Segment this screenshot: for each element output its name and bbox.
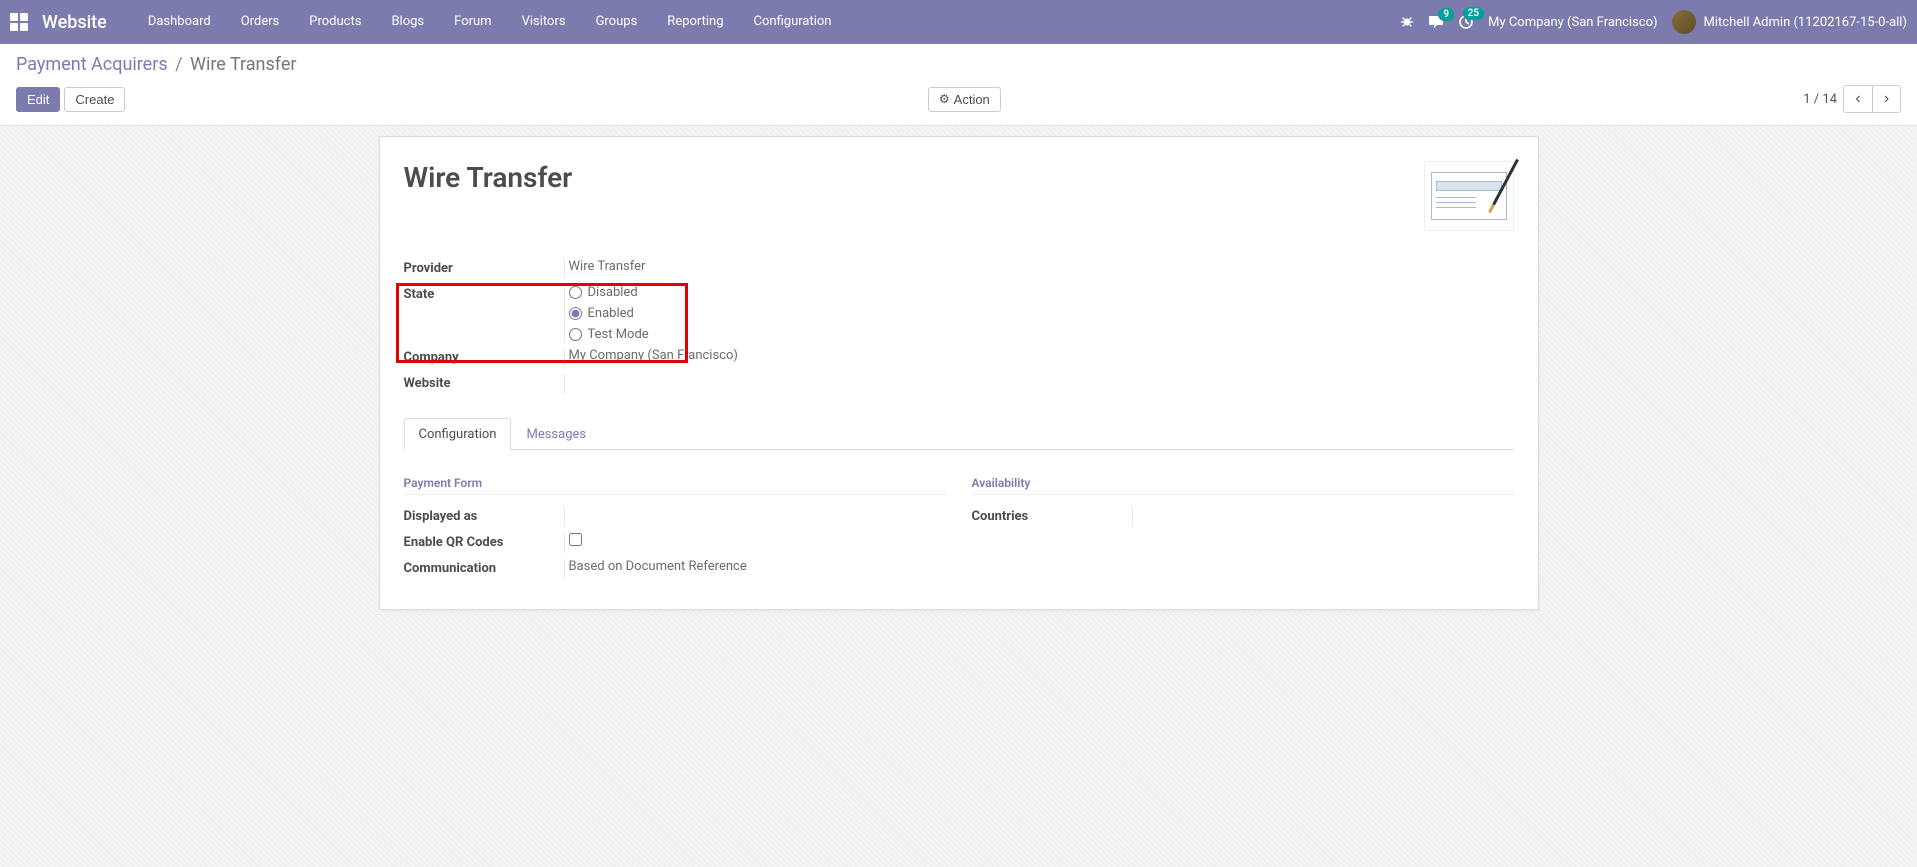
apps-icon[interactable]: [10, 13, 28, 31]
value-company: My Company (San Francisco): [564, 348, 959, 368]
menu-configuration[interactable]: Configuration: [739, 0, 847, 44]
checkbox-enable-qr[interactable]: [569, 533, 582, 546]
breadcrumb-current: Wire Transfer: [190, 54, 296, 75]
menu-visitors[interactable]: Visitors: [507, 0, 581, 44]
label-communication: Communication: [404, 559, 564, 579]
value-displayed-as: [564, 507, 946, 527]
value-provider: Wire Transfer: [564, 259, 959, 279]
value-countries: [1132, 507, 1514, 527]
tab-configuration[interactable]: Configuration: [404, 418, 512, 450]
activities-icon[interactable]: 25: [1458, 14, 1474, 30]
state-test[interactable]: Test Mode: [569, 327, 959, 342]
menu-orders[interactable]: Orders: [226, 0, 295, 44]
breadcrumb-parent[interactable]: Payment Acquirers: [16, 54, 168, 75]
state-disabled[interactable]: Disabled: [569, 285, 959, 300]
app-brand[interactable]: Website: [42, 12, 107, 33]
section-availability: Availability: [972, 476, 1514, 495]
page-title: Wire Transfer: [404, 161, 573, 194]
pager: 1 / 14: [1803, 85, 1901, 113]
menu-products[interactable]: Products: [294, 0, 376, 44]
company-switcher[interactable]: My Company (San Francisco): [1488, 15, 1657, 30]
menu-reporting[interactable]: Reporting: [652, 0, 738, 44]
label-state: State: [404, 285, 564, 342]
acquirer-logo: [1424, 161, 1514, 231]
value-communication: Based on Document Reference: [564, 559, 946, 579]
user-menu[interactable]: Mitchell Admin (11202167-15-0-all): [1672, 10, 1907, 34]
radio-disabled[interactable]: [569, 286, 582, 299]
menu-groups[interactable]: Groups: [581, 0, 653, 44]
notebook: Configuration Messages Payment Form Disp…: [404, 418, 1514, 585]
section-payment-form: Payment Form: [404, 476, 946, 495]
breadcrumb-sep: /: [175, 54, 182, 75]
debug-icon[interactable]: [1400, 15, 1414, 29]
label-company: Company: [404, 348, 564, 368]
edit-button[interactable]: Edit: [16, 87, 60, 112]
pager-text: 1 / 14: [1803, 92, 1837, 107]
top-navbar: Website Dashboard Orders Products Blogs …: [0, 0, 1917, 44]
pager-next[interactable]: [1872, 86, 1900, 112]
avatar: [1672, 10, 1696, 34]
breadcrumb: Payment Acquirers / Wire Transfer: [16, 54, 1901, 75]
form-sheet: Wire Transfer Provider Wire Transfer Sta…: [379, 136, 1539, 610]
value-website: [564, 374, 959, 394]
menu-dashboard[interactable]: Dashboard: [133, 0, 226, 44]
pager-prev[interactable]: [1844, 86, 1872, 112]
user-name: Mitchell Admin (11202167-15-0-all): [1704, 15, 1907, 30]
state-enabled[interactable]: Enabled: [569, 306, 959, 321]
menu-blogs[interactable]: Blogs: [376, 0, 439, 44]
main-menu: Dashboard Orders Products Blogs Forum Vi…: [133, 0, 847, 44]
control-panel: Payment Acquirers / Wire Transfer Edit C…: [0, 44, 1917, 126]
messages-icon[interactable]: 9: [1428, 15, 1444, 29]
label-enable-qr: Enable QR Codes: [404, 533, 564, 553]
radio-enabled[interactable]: [569, 307, 582, 320]
messages-badge: 9: [1438, 8, 1454, 21]
label-displayed-as: Displayed as: [404, 507, 564, 527]
radio-test[interactable]: [569, 328, 582, 341]
label-countries: Countries: [972, 507, 1132, 527]
tab-messages[interactable]: Messages: [511, 418, 601, 450]
activities-badge: 25: [1463, 7, 1484, 20]
state-radio-group: Disabled Enabled Test Mode: [569, 285, 959, 342]
menu-forum[interactable]: Forum: [439, 0, 506, 44]
label-website: Website: [404, 374, 564, 394]
action-label: Action: [954, 92, 990, 107]
action-button[interactable]: Action: [928, 87, 1001, 112]
label-provider: Provider: [404, 259, 564, 279]
create-button[interactable]: Create: [64, 87, 125, 112]
